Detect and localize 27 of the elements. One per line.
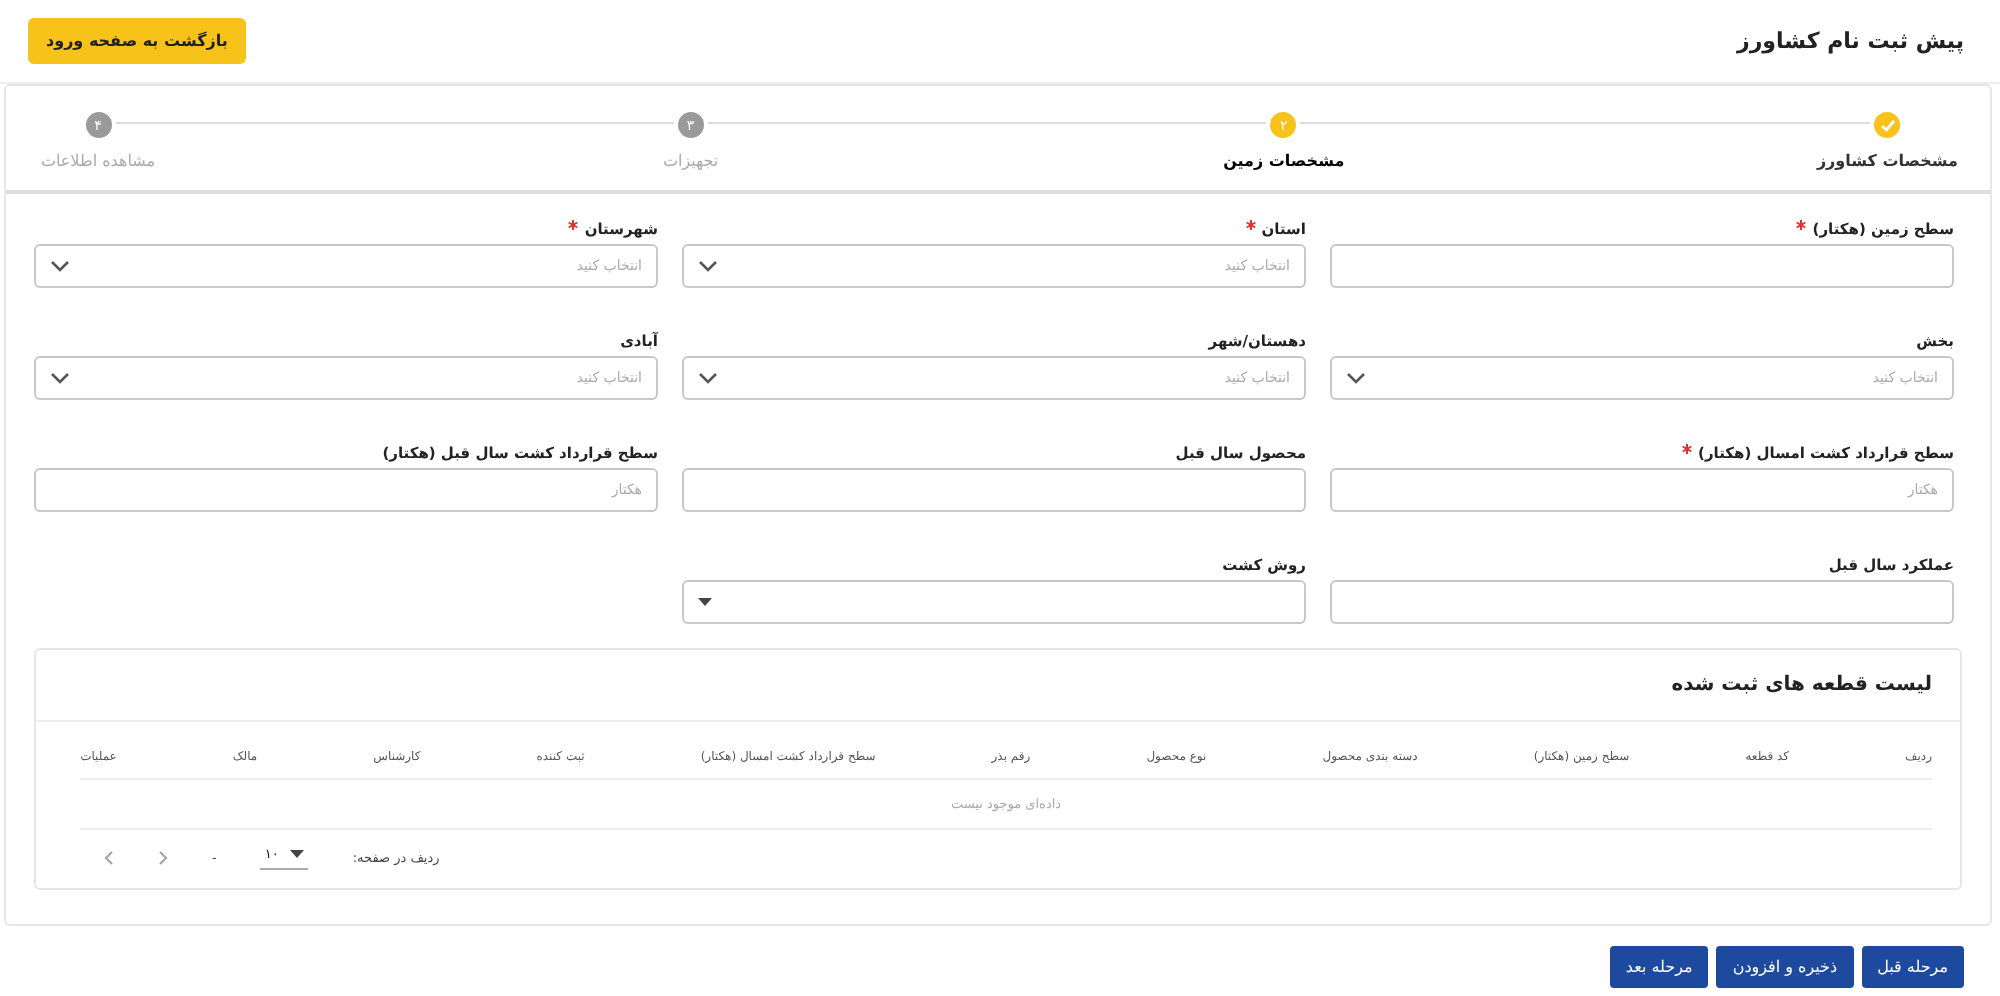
step-button[interactable]: ذخیره و افزودن [1716, 946, 1854, 988]
input-field[interactable] [682, 468, 1306, 512]
step-label[interactable]: مشخصات کشاورز [1816, 152, 1958, 170]
input-field[interactable] [1330, 580, 1954, 624]
caret-icon [290, 850, 305, 858]
step-label[interactable]: مشاهده اطلاعات [40, 152, 156, 170]
chevron-down-icon [698, 260, 718, 272]
back-to-login-button[interactable]: بازگشت به صفحه ورود [28, 18, 246, 64]
select-field[interactable] [682, 580, 1306, 624]
chevron-down-icon [50, 260, 70, 272]
chevron-down-icon [1346, 372, 1366, 384]
previous-page-icon[interactable] [104, 850, 114, 866]
step-label[interactable]: مشخصات زمین [1223, 152, 1345, 170]
chevron-down-icon [50, 372, 70, 384]
required-asterisk-icon [1682, 444, 1693, 454]
table-title: لیست قطعه های ثبت شده [36, 650, 1960, 722]
input-field[interactable] [1330, 244, 1954, 288]
required-asterisk-icon [1796, 220, 1807, 230]
page-title: پیش ثبت نام کشاورز [1737, 28, 1964, 54]
step-button[interactable]: مرحله قبل [1861, 946, 1964, 988]
step-button[interactable]: مرحله بعد [1609, 946, 1709, 988]
required-asterisk-icon [568, 220, 579, 230]
next-page-icon[interactable] [158, 850, 168, 866]
required-asterisk-icon [1245, 220, 1256, 230]
caret-icon [698, 598, 712, 606]
chevron-down-icon [698, 372, 718, 384]
step-label[interactable]: تجهیزات [662, 152, 719, 170]
